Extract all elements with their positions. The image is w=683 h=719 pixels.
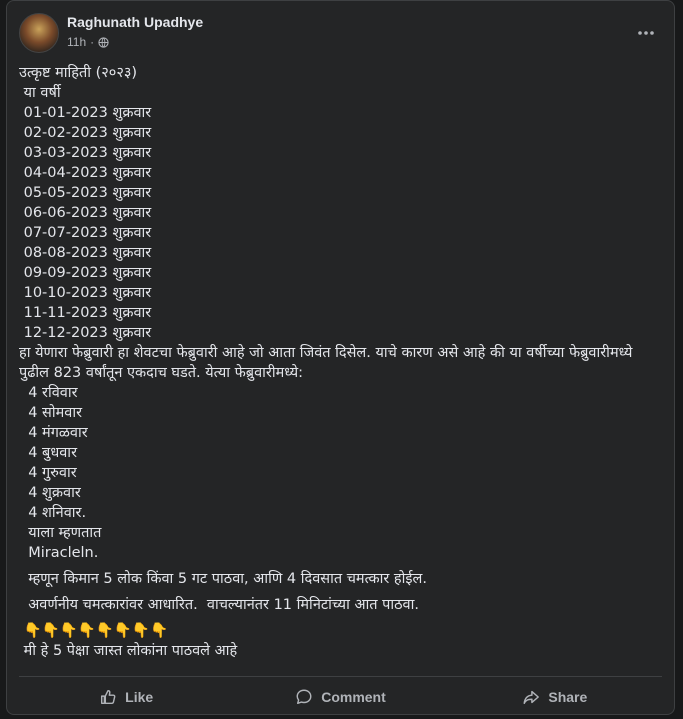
date-line: 11-11-2023 शुक्रवार	[19, 305, 152, 321]
post-time[interactable]: 11h	[67, 35, 86, 49]
pointing-down-emoji-row: 👇👇👇👇👇👇👇👇	[19, 623, 169, 639]
avatar[interactable]	[19, 13, 59, 53]
comment-button[interactable]: Comment	[233, 681, 447, 713]
based-line: अवर्णनीय चमत्कारांवर आधारित. वाचल्यानंतर…	[19, 597, 419, 613]
weekday-line: Miracleln.	[19, 545, 99, 561]
paragraph: हा येणारा फेब्रुवारी हा शेवटचा फेब्रुवार…	[19, 345, 633, 381]
author-name[interactable]: Raghunath Upadhye	[67, 14, 203, 30]
share-button[interactable]: Share	[448, 681, 662, 713]
date-line: 04-04-2023 शुक्रवार	[19, 165, 152, 181]
comment-label: Comment	[321, 689, 386, 705]
date-line: 06-06-2023 शुक्रवार	[19, 205, 152, 221]
date-line: 10-10-2023 शुक्रवार	[19, 285, 152, 301]
last-line: मी हे 5 पेक्षा जास्त लोकांना पाठवले आहे	[19, 643, 238, 659]
post-card: Raghunath Upadhye 11h · उत्कृष्ट माहिती …	[6, 0, 675, 715]
weekday-line: 4 बुधवार	[19, 445, 77, 461]
share-label: Share	[548, 689, 588, 705]
like-icon	[101, 689, 116, 705]
post-line: उत्कृष्ट माहिती (२०२३)	[19, 65, 138, 81]
post-text: उत्कृष्ट माहिती (२०२३) या वर्षी 01-01-20…	[19, 63, 662, 661]
weekday-line: 4 शनिवार.	[19, 505, 87, 521]
more-options-icon[interactable]	[634, 21, 658, 45]
date-line: 12-12-2023 शुक्रवार	[19, 325, 152, 341]
date-line: 05-05-2023 शुक्रवार	[19, 185, 152, 201]
date-line: 08-08-2023 शुक्रवार	[19, 245, 152, 261]
date-line: 09-09-2023 शुक्रवार	[19, 265, 152, 281]
post-actions: Like Comment Share	[19, 681, 662, 713]
like-button[interactable]: Like	[19, 681, 233, 713]
meta-separator: ·	[90, 35, 95, 49]
weekday-line: याला म्हणतात	[19, 525, 102, 541]
share-icon	[523, 690, 540, 705]
weekday-line: 4 सोमवार	[19, 405, 83, 421]
post-header: Raghunath Upadhye 11h ·	[19, 13, 662, 53]
post-line: या वर्षी	[19, 85, 61, 101]
post-meta: 11h ·	[67, 35, 109, 49]
weekday-line: 4 गुरुवार	[19, 465, 77, 481]
date-line: 02-02-2023 शुक्रवार	[19, 125, 152, 141]
weekday-line: 4 रविवार	[19, 385, 78, 401]
send-line: म्हणून किमान 5 लोक किंवा 5 गट पाठवा, आणि…	[19, 571, 427, 587]
weekday-line: 4 मंगळवार	[19, 425, 88, 441]
weekday-line: 4 शुक्रवार	[19, 485, 81, 501]
like-label: Like	[125, 689, 154, 705]
globe-icon	[98, 36, 109, 48]
comment-icon	[296, 689, 312, 705]
date-line: 03-03-2023 शुक्रवार	[19, 145, 152, 161]
date-line: 01-01-2023 शुक्रवार	[19, 105, 152, 121]
date-line: 07-07-2023 शुक्रवार	[19, 225, 152, 241]
actions-divider	[19, 676, 662, 677]
